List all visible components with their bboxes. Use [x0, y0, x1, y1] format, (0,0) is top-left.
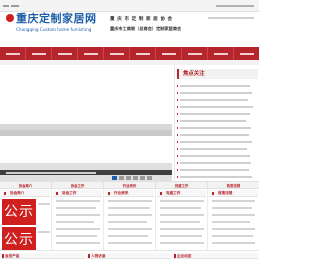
slide-dot[interactable] [112, 176, 117, 180]
top-right-links[interactable] [216, 5, 254, 7]
column-header: 政策法规 [209, 190, 258, 197]
column-party-work: 党建工作 [156, 189, 208, 250]
focus-news-panel: 焦点关注 [174, 65, 259, 185]
news-item[interactable] [177, 127, 251, 129]
nav-item-5[interactable] [104, 47, 130, 60]
focus-news-title: 焦点关注 [177, 69, 258, 79]
site-logo-title[interactable]: 重庆定制家居网 [16, 12, 97, 26]
contact-info [208, 17, 254, 19]
news-item[interactable] [177, 120, 246, 122]
column-association: 协会简介 公示 公示 [0, 189, 52, 253]
news-item[interactable] [177, 148, 247, 150]
slide-dot[interactable] [147, 176, 152, 180]
news-item[interactable] [177, 162, 251, 164]
list-item[interactable] [56, 214, 100, 216]
feature-area [0, 65, 172, 163]
news-item[interactable] [177, 99, 248, 101]
member-products-header[interactable]: 会员产品 [1, 253, 85, 259]
list-item[interactable] [212, 228, 255, 230]
list-item[interactable] [160, 200, 204, 202]
news-item[interactable] [177, 155, 250, 157]
nav-item-9[interactable] [208, 47, 234, 60]
news-item[interactable] [177, 134, 249, 136]
list-item[interactable] [108, 214, 152, 216]
slide-dot[interactable] [126, 176, 131, 180]
news-item[interactable] [177, 176, 252, 178]
association-subtitle: 重庆市工商联（总商会）定制家居商会 [110, 26, 182, 31]
column-header: 协会简介 [1, 190, 50, 197]
list-item[interactable] [160, 214, 204, 216]
slide-dot[interactable] [119, 176, 124, 180]
list-item[interactable] [108, 200, 152, 202]
list-item[interactable] [108, 235, 148, 237]
main-nav [0, 47, 259, 60]
category-4[interactable]: 党建工作 [156, 182, 208, 189]
list-item[interactable] [160, 242, 204, 244]
list-item[interactable] [212, 221, 250, 223]
column-industry-news: 行业资讯 [104, 189, 156, 250]
category-1[interactable]: 协会简介 [0, 182, 52, 189]
list-item[interactable] [108, 207, 150, 209]
home-link[interactable] [3, 5, 9, 7]
nav-item-4[interactable] [78, 47, 104, 60]
slide-dot[interactable] [140, 176, 145, 180]
interviews-header[interactable]: 人物访谈 [87, 253, 171, 259]
column-work: 协会工作 [52, 189, 104, 250]
list-item[interactable] [56, 207, 96, 209]
category-3[interactable]: 行业资讯 [104, 182, 156, 189]
list-item[interactable] [108, 221, 147, 223]
list-item[interactable] [108, 242, 152, 244]
nav-item-10[interactable] [234, 47, 259, 60]
nav-item-8[interactable] [182, 47, 208, 60]
top-strip [0, 0, 259, 12]
list-item[interactable] [56, 235, 97, 237]
company-news-header[interactable]: 企业动态 [173, 253, 258, 259]
category-2[interactable]: 协会工作 [52, 182, 104, 189]
news-item[interactable] [177, 106, 253, 108]
list-item[interactable] [212, 235, 253, 237]
list-item[interactable] [160, 207, 201, 209]
column-header: 协会工作 [53, 190, 102, 197]
site-header: 重庆定制家居网 Chongqing Custom home furnishing… [0, 12, 259, 47]
list-item[interactable] [212, 207, 252, 209]
list-item[interactable] [38, 231, 50, 233]
news-item[interactable] [177, 169, 249, 171]
list-item[interactable] [56, 200, 100, 202]
list-item[interactable] [212, 214, 255, 216]
list-item[interactable] [56, 242, 100, 244]
list-item[interactable] [38, 203, 50, 205]
list-item[interactable] [212, 242, 255, 244]
list-item[interactable] [56, 228, 100, 230]
news-item[interactable] [177, 92, 252, 94]
association-name: 重庆市定制家居协会 [110, 17, 175, 22]
nav-item-3[interactable] [52, 47, 78, 60]
list-item[interactable] [160, 235, 202, 237]
logo-icon [6, 14, 14, 22]
category-5[interactable]: 政策法规 [208, 182, 259, 189]
list-item[interactable] [212, 200, 255, 202]
column-header: 党建工作 [157, 190, 206, 197]
nav-item-6[interactable] [130, 47, 156, 60]
favorite-link[interactable] [11, 5, 19, 7]
list-item[interactable] [56, 221, 94, 223]
list-item[interactable] [108, 228, 152, 230]
column-policy: 政策法规 [208, 189, 259, 250]
feature-bar [0, 130, 172, 136]
nav-item-7[interactable] [156, 47, 182, 60]
list-item[interactable] [160, 221, 200, 223]
list-item[interactable] [160, 228, 204, 230]
nav-item-2[interactable] [26, 47, 52, 60]
news-item[interactable] [177, 141, 252, 143]
column-header: 行业资讯 [105, 190, 154, 197]
notice-badge[interactable]: 公示 [2, 199, 36, 225]
slide-dot[interactable] [133, 176, 138, 180]
bottom-section: 会员产品 人物访谈 企业动态 [0, 250, 259, 266]
category-row: 协会简介 协会工作 行业资讯 党建工作 政策法规 [0, 181, 259, 189]
slideshow-caption[interactable] [0, 170, 172, 175]
site-logo-subtitle: Chongqing Custom home furnishing [16, 27, 92, 32]
news-item[interactable] [177, 113, 250, 115]
news-item[interactable] [177, 85, 250, 87]
nav-item-1[interactable] [0, 47, 26, 60]
